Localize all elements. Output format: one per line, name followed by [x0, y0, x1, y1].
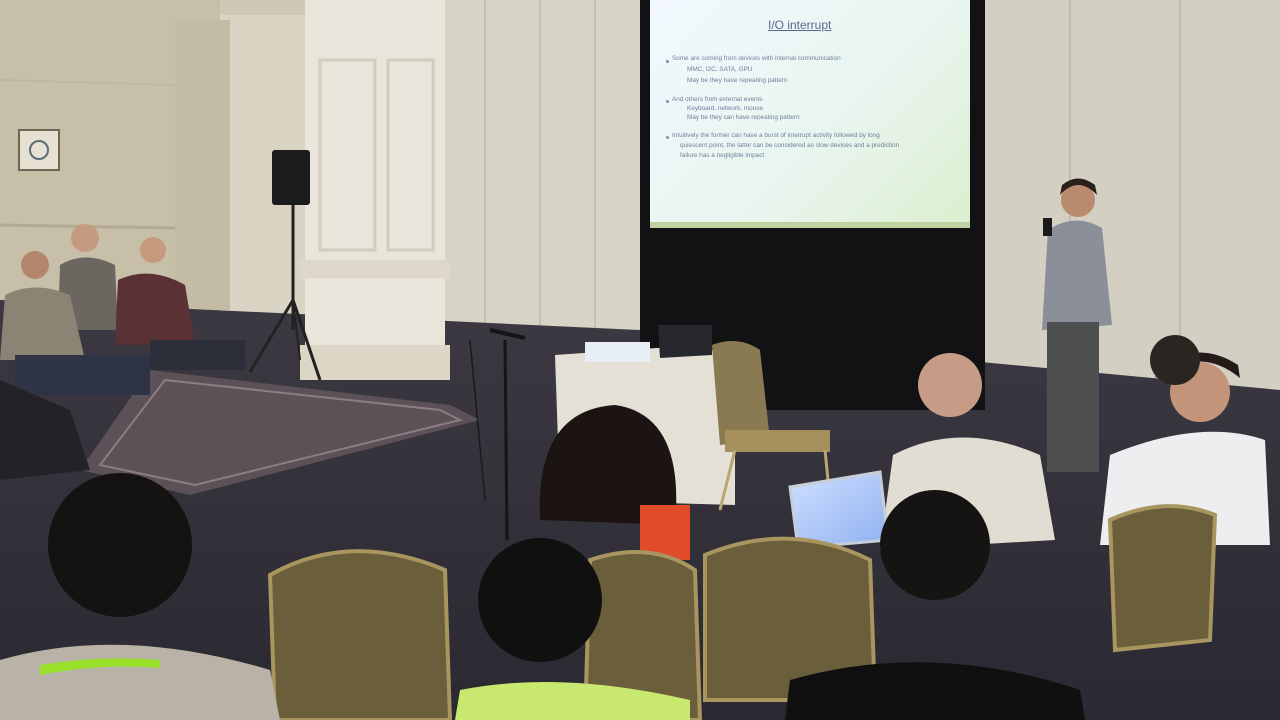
projector	[585, 342, 650, 362]
audience-laptop	[788, 470, 890, 550]
right-wall	[965, 0, 1280, 400]
room-illustration	[0, 0, 1280, 720]
slide-bullet-3-line-3: failure has a negligible impact	[680, 152, 765, 159]
slide-bullet-3: Intuitively the former can have a burst …	[672, 132, 880, 139]
presenter-laptop	[658, 325, 712, 358]
slide-bullet-1-sub-2: May be they have repeating pattern	[687, 77, 788, 84]
chair-front-4	[1107, 504, 1218, 653]
bullet-dot-icon	[666, 136, 669, 139]
bullet-dot-icon	[666, 100, 669, 103]
slide-title: I/O interrupt	[768, 18, 832, 32]
slide-bullet-1-sub-1: MMC, I2C, SATA, GPU	[687, 66, 753, 73]
conference-room-scene: I/O interrupt Some are coming from devic…	[0, 0, 1280, 720]
speaker	[272, 150, 310, 205]
microphone-stand	[503, 339, 509, 541]
projected-slide: I/O interrupt Some are coming from devic…	[650, 0, 970, 228]
slide-bullet-2: And others from external events	[672, 96, 763, 103]
bullet-dot-icon	[666, 60, 669, 63]
slide-bullet-1: Some are coming from devices with intern…	[672, 55, 841, 62]
slide-bullet-2-sub-1: Keyboard, network, mouse	[687, 105, 764, 112]
chair-front-1	[267, 549, 453, 720]
slide-bullet-3-line-2: quiescent point, the latter can be consi…	[680, 142, 900, 149]
slide-bullet-2-sub-2: May be they can have repeating pattern	[687, 114, 800, 121]
wall-picture	[18, 129, 60, 171]
